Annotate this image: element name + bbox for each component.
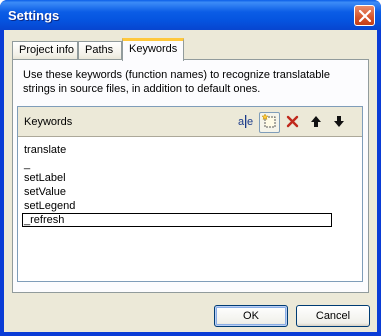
tab-label: Keywords [129, 43, 178, 55]
keywords-list[interactable]: translate _ setLabel setValue setLegend … [22, 143, 358, 227]
move-up-icon [310, 115, 322, 131]
keywords-title: Keywords [24, 116, 73, 128]
delete-icon [286, 115, 299, 131]
ok-button[interactable]: OK [214, 305, 288, 327]
tab-label: Project info [19, 44, 75, 56]
list-item[interactable]: setLegend [22, 199, 358, 213]
keywords-tab-panel: Use these keywords (function names) to r… [12, 59, 369, 293]
move-down-icon [333, 115, 345, 131]
cancel-button[interactable]: Cancel [296, 305, 370, 327]
tab-keywords[interactable]: Keywords [122, 38, 184, 61]
keywords-list-box: Keywords a e translate _ setLabel setVal… [17, 106, 363, 282]
list-item-edit-field[interactable]: _refresh [22, 213, 332, 227]
tab-project-info[interactable]: Project info [12, 41, 78, 60]
edit-text-icon: a e [238, 114, 255, 132]
dialog-body: Project info Paths Keywords Use these ke… [4, 30, 377, 332]
delete-button[interactable] [282, 112, 303, 133]
list-item[interactable]: _ [22, 157, 358, 171]
list-item[interactable]: translate [22, 143, 358, 157]
tab-paths[interactable]: Paths [78, 41, 122, 60]
settings-window: Settings Project info Paths Keywords Use… [0, 0, 381, 336]
new-item-icon [261, 112, 277, 132]
window-title: Settings [8, 8, 60, 23]
tab-label: Paths [85, 44, 114, 56]
list-item[interactable]: setLabel [22, 171, 358, 185]
list-item[interactable]: setValue [22, 185, 358, 199]
move-down-button[interactable] [328, 112, 349, 133]
new-item-button[interactable] [259, 112, 280, 133]
svg-text:a: a [238, 116, 245, 128]
keywords-header: Keywords a e [18, 107, 362, 137]
title-bar[interactable]: Settings [0, 0, 381, 30]
svg-text:e: e [247, 116, 253, 128]
move-up-button[interactable] [305, 112, 326, 133]
description-text: Use these keywords (function names) to r… [23, 69, 330, 95]
edit-button[interactable]: a e [236, 112, 257, 133]
close-button[interactable] [354, 5, 375, 26]
